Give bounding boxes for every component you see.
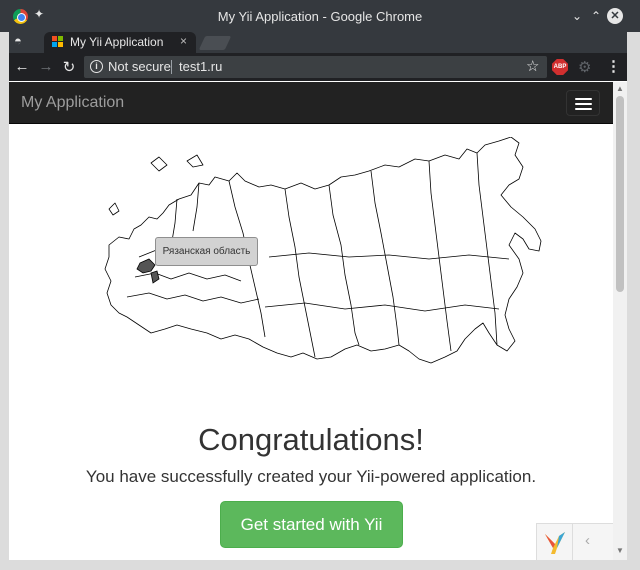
forward-icon[interactable]: → [37, 58, 55, 75]
tab-strip: ◓ My Yii Application × [0, 32, 640, 53]
hamburger-bar [575, 103, 592, 105]
debug-collapse-icon[interactable]: ‹ [585, 532, 590, 549]
page-scrollbar[interactable]: ▲ ▼ [613, 82, 627, 560]
yii-favicon-icon [52, 36, 64, 48]
hamburger-bar [575, 108, 592, 110]
navbar-toggle-button[interactable] [566, 90, 600, 116]
hamburger-bar [575, 98, 592, 100]
scroll-up-icon[interactable]: ▲ [613, 84, 627, 93]
incognito-icon: ◓ [14, 33, 22, 48]
reload-icon[interactable]: ↻ [60, 58, 78, 76]
extension-gear-icon[interactable]: ⚙ [578, 58, 591, 76]
tab-close-icon[interactable]: × [180, 34, 187, 48]
hero-lead: You have successfully created your Yii-p… [85, 467, 537, 486]
browser-toolbar: ← → ↻ i Not secure test1.ru ☆ ABP ⚙ ⋮ [0, 53, 640, 81]
adblock-plus-icon[interactable]: ABP [552, 59, 568, 75]
address-bar[interactable]: i Not secure test1.ru ☆ [84, 56, 547, 78]
russia-regions-map[interactable]: Рязанская область [79, 136, 547, 392]
security-label[interactable]: Not secure [108, 59, 171, 74]
region-tooltip: Рязанская область [155, 237, 258, 266]
get-started-button[interactable]: Get started with Yii [220, 501, 403, 548]
minimize-icon[interactable]: ⌄ [569, 8, 585, 24]
chrome-menu-icon[interactable]: ⋮ [606, 57, 621, 75]
omnibox-separator [171, 60, 172, 74]
scroll-down-icon[interactable]: ▼ [613, 546, 627, 555]
new-tab-button[interactable] [198, 36, 232, 50]
url-text[interactable]: test1.ru [179, 59, 222, 74]
yii-logo-icon[interactable] [537, 524, 573, 560]
bookmark-star-icon[interactable]: ☆ [526, 57, 539, 75]
navbar-brand[interactable]: My Application [21, 94, 124, 112]
site-navbar: My Application [9, 82, 613, 124]
maximize-icon[interactable]: ⌃ [588, 8, 604, 24]
page-viewport: My Application Рязанская область Congrat… [9, 82, 613, 560]
hero-title: Congratulations! [198, 422, 424, 457]
tab-my-yii-application[interactable]: My Yii Application × [44, 32, 196, 53]
window-titlebar: ✦ My Yii Application - Google Chrome ⌄ ⌃… [0, 0, 640, 32]
close-window-button[interactable]: ✕ [607, 8, 623, 24]
info-icon[interactable]: i [90, 60, 103, 73]
back-icon[interactable]: ← [13, 58, 31, 75]
yii-debug-toolbar[interactable]: ‹ [536, 523, 613, 560]
window-title: My Yii Application - Google Chrome [217, 9, 423, 24]
tab-label: My Yii Application [70, 35, 164, 49]
map-svg [104, 136, 542, 364]
scroll-thumb[interactable] [616, 96, 624, 292]
